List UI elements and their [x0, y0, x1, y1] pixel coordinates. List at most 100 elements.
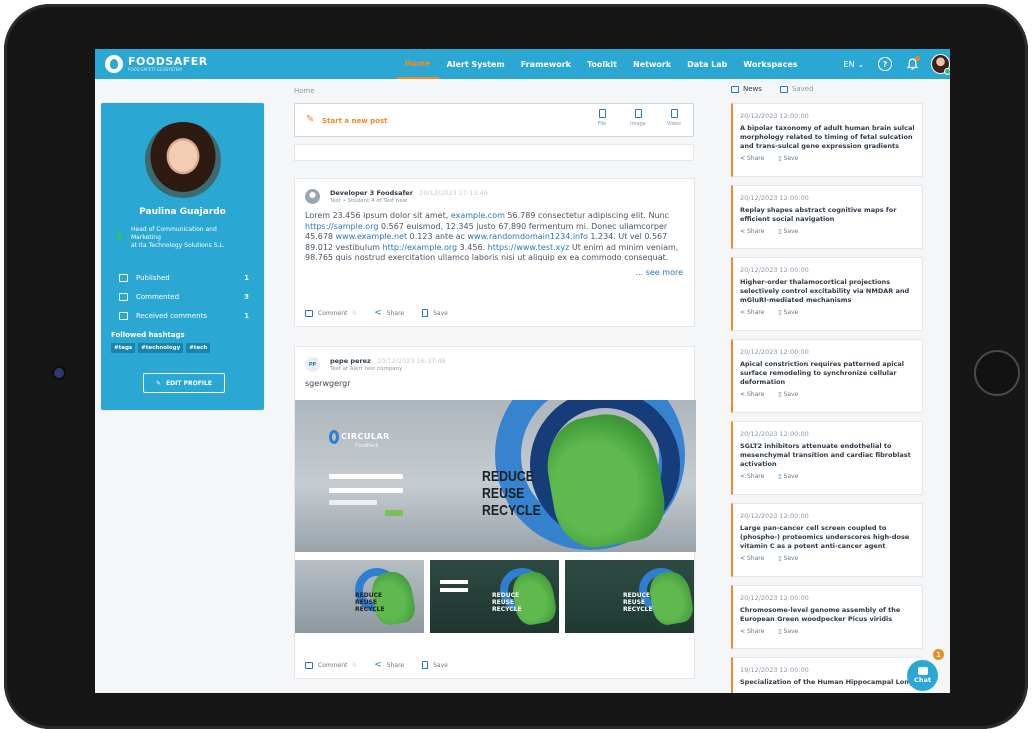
stat-received-comments[interactable]: Received comments 1: [119, 306, 249, 325]
nav-item-network[interactable]: Network: [625, 49, 679, 79]
tab-label: News: [743, 85, 762, 93]
share-button[interactable]: < Share: [374, 308, 404, 318]
author-avatar[interactable]: [305, 189, 320, 204]
news-tabs: News Saved: [731, 85, 814, 93]
news-title[interactable]: Specialization of the Human Hippocampal …: [740, 678, 916, 687]
post-link[interactable]: http://example.org: [383, 243, 458, 252]
share-icon: <: [740, 473, 746, 480]
save-button[interactable]: ▯ Save: [778, 555, 798, 562]
news-card[interactable]: 20/12/2023 12:00:00 Apical constriction …: [731, 339, 923, 413]
news-card[interactable]: 20/12/2023 12:00:00 Chromosome-level gen…: [731, 585, 923, 649]
news-title[interactable]: Large pan-cancer cell screen coupled to …: [740, 524, 916, 551]
stat-value: 3: [244, 292, 249, 301]
news-title[interactable]: Higher-order thalamocortical projections…: [740, 278, 916, 305]
image-thumbnail[interactable]: REDUCE REUSE RECYCLE: [430, 560, 559, 633]
stat-published[interactable]: Published 1: [119, 268, 249, 287]
post-link[interactable]: https://www.test.xyz: [488, 243, 570, 252]
see-more-link[interactable]: ... see more: [631, 268, 683, 277]
language-selector[interactable]: EN ⌄: [844, 60, 865, 69]
hashtag-chip[interactable]: #tech: [186, 343, 211, 353]
edit-profile-button[interactable]: ✎ EDIT PROFILE: [143, 373, 225, 393]
news-actions: < Share ▯ Save: [740, 473, 916, 480]
share-button[interactable]: < Share: [740, 228, 764, 235]
nav-item-workspaces[interactable]: Workspaces: [735, 49, 805, 79]
news-title[interactable]: Apical constriction requires patterned a…: [740, 360, 916, 387]
green-bag-image: [646, 568, 694, 628]
document-icon: [119, 273, 128, 282]
news-card[interactable]: 19/12/2023 12:00:00 Specialization of th…: [731, 657, 923, 693]
news-title[interactable]: Replay shapes abstract cognitive maps fo…: [740, 206, 916, 224]
attach-file-button[interactable]: File: [591, 109, 613, 127]
post-actions: Comment 0 < Share Save: [305, 660, 448, 670]
chat-button[interactable]: Chat: [907, 660, 938, 691]
comment-button[interactable]: Comment 0: [305, 309, 356, 317]
post-author[interactable]: Developer 3 Foodsafer 20/12/2023 17:13:4…: [330, 189, 488, 197]
attach-image-button[interactable]: Image: [627, 109, 649, 127]
tab-news[interactable]: News: [731, 85, 762, 93]
hashtag-chip[interactable]: #technology: [138, 343, 184, 353]
comment-icon: [305, 661, 313, 669]
stat-commented[interactable]: Commented 3: [119, 287, 249, 306]
nav-item-framework[interactable]: Framework: [513, 49, 579, 79]
news-card[interactable]: 20/12/2023 12:00:00 A bipolar taxonomy o…: [731, 103, 923, 177]
share-button[interactable]: < Share: [374, 660, 404, 670]
chat-label: Chat: [914, 676, 931, 684]
save-button[interactable]: ▯ Save: [778, 391, 798, 398]
news-card[interactable]: 20/12/2023 12:00:00 Replay shapes abstra…: [731, 185, 923, 249]
save-button[interactable]: ▯ Save: [778, 628, 798, 635]
comment-icon: [119, 292, 128, 301]
post-link[interactable]: https://sample.org: [305, 222, 378, 231]
post-link[interactable]: www.example.net: [336, 232, 408, 241]
news-actions: < Share ▯ Save: [740, 628, 916, 635]
save-button[interactable]: ▯ Save: [778, 228, 798, 235]
news-title[interactable]: A bipolar taxonomy of adult human brain …: [740, 124, 916, 151]
headline-line: REDUCE: [482, 468, 534, 485]
post-image[interactable]: CIRCULAR FoodPack REDUCE REUSE RECYCLE: [295, 400, 696, 552]
save-button[interactable]: ▯ Save: [778, 473, 798, 480]
news-card[interactable]: 20/12/2023 12:00:00 Large pan-cancer cel…: [731, 503, 923, 577]
share-button[interactable]: < Share: [740, 309, 764, 316]
author-avatar[interactable]: PP: [305, 357, 320, 372]
news-title[interactable]: SGLT2 inhibitors attenuate endothelial t…: [740, 442, 916, 469]
attach-video-button[interactable]: Video: [663, 109, 685, 127]
new-post-box[interactable]: ✎ Start a new post File Image Video: [294, 103, 694, 137]
share-button[interactable]: < Share: [740, 155, 764, 162]
hashtag-chip[interactable]: #tags: [111, 343, 136, 353]
bell-icon[interactable]: [906, 56, 920, 71]
home-button[interactable]: [974, 350, 1020, 396]
nav-item-alert-system[interactable]: Alert System: [439, 49, 513, 79]
post-attachment-tools: File Image Video: [591, 109, 685, 127]
save-button[interactable]: ▯ Save: [778, 309, 798, 316]
user-avatar[interactable]: [930, 54, 950, 75]
image-thumbnail[interactable]: REDUCE REUSE RECYCLE: [565, 560, 694, 633]
image-thumbnail[interactable]: REDUCE REUSE RECYCLE: [295, 560, 424, 633]
comments-icon: [119, 311, 128, 320]
share-button[interactable]: < Share: [740, 391, 764, 398]
nav-item-toolkit[interactable]: Toolkit: [579, 49, 625, 79]
post-author[interactable]: pepe perez 20/12/2023 16:37:48: [330, 357, 446, 365]
save-button[interactable]: Save: [422, 309, 448, 317]
share-button[interactable]: < Share: [740, 628, 764, 635]
comment-label: Comment: [318, 661, 348, 669]
save-button[interactable]: Save: [422, 661, 448, 669]
breadcrumb[interactable]: Home: [294, 87, 315, 95]
news-card[interactable]: 20/12/2023 12:00:00 SGLT2 inhibitors att…: [731, 421, 923, 495]
share-icon: <: [740, 155, 746, 162]
nav-item-data-lab[interactable]: Data Lab: [679, 49, 735, 79]
save-button[interactable]: ▯ Save: [778, 155, 798, 162]
news-card[interactable]: 20/12/2023 12:00:00 Higher-order thalamo…: [731, 257, 923, 331]
help-icon[interactable]: ?: [878, 57, 892, 71]
brand-logo[interactable]: FOODSAFER FOOD SAFETY ECOSYSTEM: [105, 55, 390, 73]
post-body: Lorem 23.456 ipsum dolor sit amet, examp…: [305, 211, 679, 261]
news-title[interactable]: Chromosome-level genome assembly of the …: [740, 606, 916, 624]
post-link[interactable]: www.randomdomain1234.info: [468, 232, 588, 241]
post-link[interactable]: example.com: [451, 211, 505, 220]
share-button[interactable]: < Share: [740, 555, 764, 562]
nav-item-home[interactable]: Home: [396, 49, 439, 79]
thumb-headline: REDUCE REUSE RECYCLE: [355, 592, 385, 613]
comment-button[interactable]: Comment 0: [305, 661, 356, 669]
news-date: 20/12/2023 12:00:00: [740, 594, 809, 602]
tab-saved[interactable]: Saved: [779, 85, 814, 93]
share-button[interactable]: < Share: [740, 473, 764, 480]
news-date: 20/12/2023 12:00:00: [740, 348, 809, 356]
